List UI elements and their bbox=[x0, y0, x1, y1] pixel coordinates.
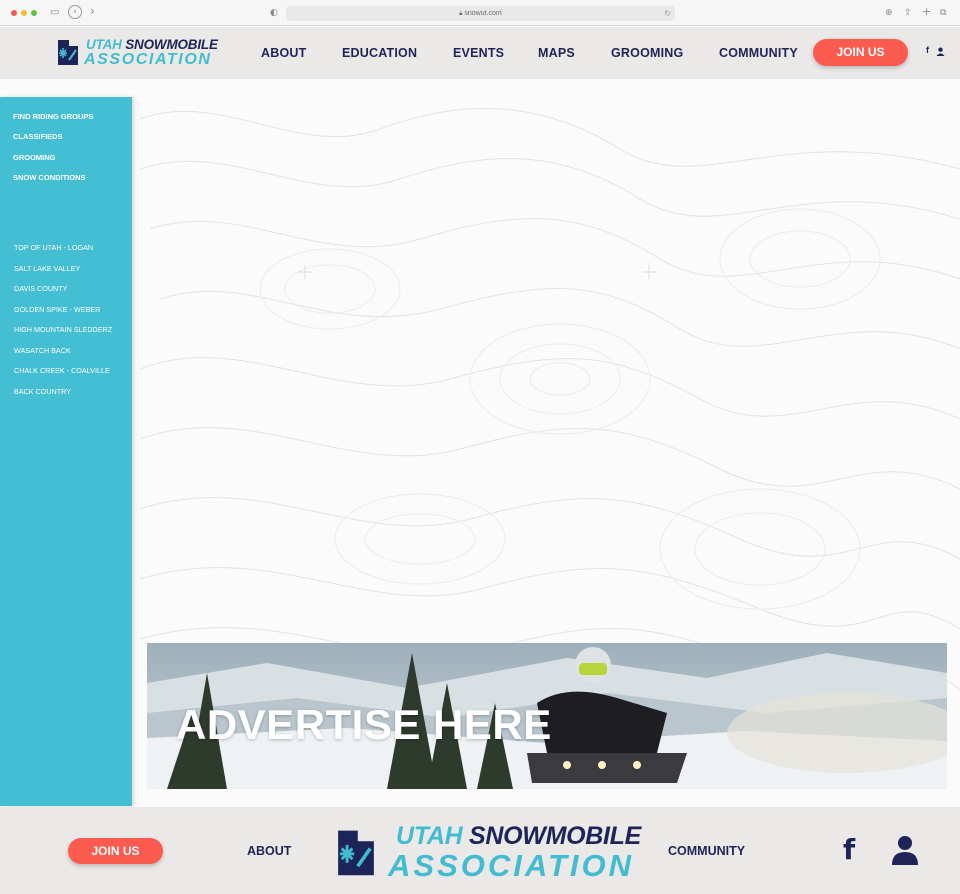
footer-user-account-icon[interactable] bbox=[891, 835, 919, 865]
nav-education[interactable]: EDUCATION bbox=[342, 46, 417, 60]
sidebar-region-golden-spike-weber[interactable]: GOLDEN SPIKE - WEBER bbox=[14, 305, 100, 314]
sidebar-item-classifieds[interactable]: CLASSIFIEDS bbox=[13, 132, 63, 141]
url-text: snowut.com bbox=[464, 10, 502, 17]
footer-logo[interactable]: UTAH SNOWMOBILE ASSOCIATION bbox=[334, 822, 641, 883]
nav-events[interactable]: EVENTS bbox=[453, 46, 504, 60]
forward-button[interactable]: › bbox=[90, 4, 95, 18]
site-footer: JOIN US ABOUT UTAH SNOWMOBILE ASSOCIATIO… bbox=[0, 807, 960, 894]
footer-join-us-button[interactable]: JOIN US bbox=[68, 838, 163, 864]
reload-icon[interactable]: ↻ bbox=[664, 6, 671, 21]
nav-maps[interactable]: MAPS bbox=[538, 46, 575, 60]
utah-snowflake-logo-icon bbox=[338, 830, 374, 876]
footer-about-link[interactable]: ABOUT bbox=[247, 844, 291, 858]
sidebar-region-back-country[interactable]: BACK COUNTRY bbox=[14, 387, 71, 396]
footer-logo-text-line2: ASSOCIATION bbox=[388, 848, 634, 883]
sidebar-item-snow-conditions[interactable]: SNOW CONDITIONS bbox=[13, 173, 86, 182]
footer-community-link[interactable]: COMMUNITY bbox=[668, 844, 745, 858]
sidebar-region-wasatch-back[interactable]: WASATCH BACK bbox=[14, 346, 71, 355]
facebook-icon[interactable]: f bbox=[926, 45, 929, 55]
tab-overview-icon[interactable]: ⧉ bbox=[940, 6, 946, 20]
join-us-button[interactable]: JOIN US bbox=[813, 39, 908, 66]
sidebar-region-salt-lake-valley[interactable]: SALT LAKE VALLEY bbox=[14, 264, 80, 273]
site-header: UTAH SNOWMOBILE ASSOCIATION ABOUT EDUCAT… bbox=[0, 27, 960, 79]
advertise-headline: ADVERTISE HERE bbox=[176, 701, 552, 748]
back-button[interactable]: ‹ bbox=[68, 5, 82, 19]
site-logo[interactable]: UTAH SNOWMOBILE ASSOCIATION bbox=[56, 37, 218, 69]
address-bar[interactable]: 🔒︎ snowut.com ↻ bbox=[286, 6, 675, 21]
minimize-window-button[interactable] bbox=[21, 10, 27, 16]
sidebar-region-chalk-creek-coalville[interactable]: CHALK CREEK - COALVILLE bbox=[14, 366, 110, 375]
utah-snowflake-logo-icon bbox=[58, 40, 78, 65]
nav-community[interactable]: COMMUNITY bbox=[719, 46, 798, 60]
footer-facebook-icon[interactable]: f bbox=[843, 834, 855, 866]
nav-grooming[interactable]: GROOMING bbox=[611, 46, 683, 60]
share-icon[interactable]: ⇪ bbox=[904, 6, 912, 20]
sidebar-region-davis-county[interactable]: DAVIS COUNTY bbox=[14, 284, 67, 293]
sidebar-region-high-mountain-sledderz[interactable]: HIGH MOUNTAIN SLEDDERZ bbox=[14, 325, 112, 334]
nav-about[interactable]: ABOUT bbox=[261, 46, 306, 60]
download-icon[interactable]: ⊕ bbox=[885, 6, 893, 20]
logo-text-line1: UTAH SNOWMOBILE bbox=[86, 37, 218, 52]
lock-icon: 🔒︎ bbox=[459, 11, 463, 17]
browser-toolbar: ▭ ‹ › ◐ 🔒︎ snowut.com ↻ ⊕ ⇪ + ⧉ bbox=[0, 0, 960, 26]
sidebar-toggle-icon[interactable]: ▭ bbox=[50, 6, 59, 20]
sidebar-item-grooming[interactable]: GROOMING bbox=[13, 153, 56, 162]
logo-text-line2: ASSOCIATION bbox=[84, 51, 212, 68]
sidebar-item-find-riding-groups[interactable]: FIND RIDING GROUPS bbox=[13, 112, 93, 121]
new-tab-icon[interactable]: + bbox=[922, 5, 931, 19]
sidebar-region-logan[interactable]: TOP OF UTAH - LOGAN bbox=[14, 243, 93, 252]
user-account-icon[interactable] bbox=[936, 47, 945, 56]
close-window-button[interactable] bbox=[11, 10, 17, 16]
sidebar: FIND RIDING GROUPS CLASSIFIEDS GROOMING … bbox=[0, 97, 132, 806]
footer-logo-text-line1: UTAH SNOWMOBILE bbox=[396, 822, 642, 850]
zoom-window-button[interactable] bbox=[31, 10, 37, 16]
advertise-banner[interactable]: ADVERTISE HERE bbox=[147, 643, 947, 789]
privacy-shield-icon[interactable]: ◐ bbox=[270, 6, 278, 20]
